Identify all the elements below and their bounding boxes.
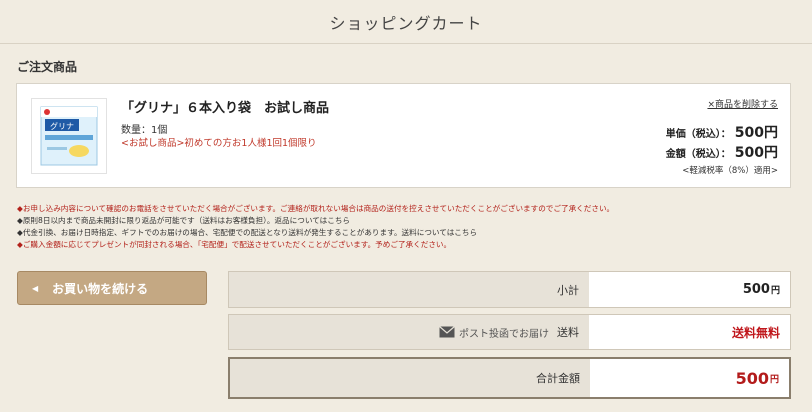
subtotal-label: 小計 [229, 272, 589, 307]
notice-shipping-fee[interactable]: ◆代金引換、お届け日時指定、ギフトでのお届けの場合、宅配便での配送となり送料が発… [17, 227, 797, 239]
cart-item: グリナ 「グリナ」６本入り袋 お試し商品 数量：1個 <お試し商品>初めての方お… [16, 83, 791, 188]
product-package-image: グリナ [40, 106, 98, 166]
total-value: 500 円 [735, 368, 779, 388]
envelope-icon [439, 326, 455, 338]
continue-shopping-label: お買い物を続ける [52, 281, 149, 296]
notice-confirmation-call: ◆お申し込み内容について確認のお電話をさせていただく場合がございます。ご連絡が取… [17, 204, 615, 213]
shipping-label: 送料 [557, 326, 579, 339]
unit-price-row: 単価（税込）： 500円 [666, 122, 778, 142]
subtotal-value: 500 円 [742, 282, 780, 297]
continue-shopping-button[interactable]: ◀ お買い物を続ける [17, 271, 207, 305]
product-thumbnail[interactable]: グリナ [31, 98, 107, 174]
total-row: 合計金額 500 円 [228, 357, 791, 399]
total-label: 合計金額 [230, 359, 590, 397]
section-title: ご注文商品 [17, 60, 78, 74]
amount-label: 金額（税込）： [665, 149, 731, 160]
notice-returns[interactable]: ◆原則8日以内まで商品未開封に限り返品が可能です（送料はお客様負担）。返品につい… [17, 215, 797, 227]
trial-note: <お試し商品>初めての方お1人様1回1個限り [121, 138, 317, 149]
remove-item-link[interactable]: ×商品を削除する [707, 97, 778, 110]
page-header: ショッピングカート [0, 0, 812, 44]
amount-row: 金額（税込）： 500円 [666, 142, 778, 162]
product-name[interactable]: 「グリナ」６本入り袋 お試し商品 [121, 97, 329, 116]
subtotal-row: 小計 500 円 [228, 271, 791, 308]
amount-value: 500円 [734, 145, 778, 161]
chevron-left-icon: ◀ [32, 283, 39, 293]
shipping-value: 送料無料 [731, 325, 780, 340]
tax-rate-note: <軽減税率（8%）適用> [682, 166, 778, 176]
notice-gift-delivery: ◆ご購入金額に応じてプレゼントが同封される場合、「宅配便」で配送させていただくこ… [17, 240, 452, 249]
shipping-row: ポスト投函でお届け 送料 送料無料 [228, 314, 791, 350]
svg-text:グリナ: グリナ [50, 121, 74, 131]
page-title: ショッピングカート [329, 13, 483, 33]
unit-price-value: 500円 [734, 125, 778, 141]
notice-list: ◆お申し込み内容について確認のお電話をさせていただく場合がございます。ご連絡が取… [17, 203, 797, 251]
product-quantity: 数量：1個 [121, 125, 168, 136]
unit-price-label: 単価（税込）： [665, 129, 731, 140]
shipping-method: ポスト投函でお届け [439, 325, 549, 340]
